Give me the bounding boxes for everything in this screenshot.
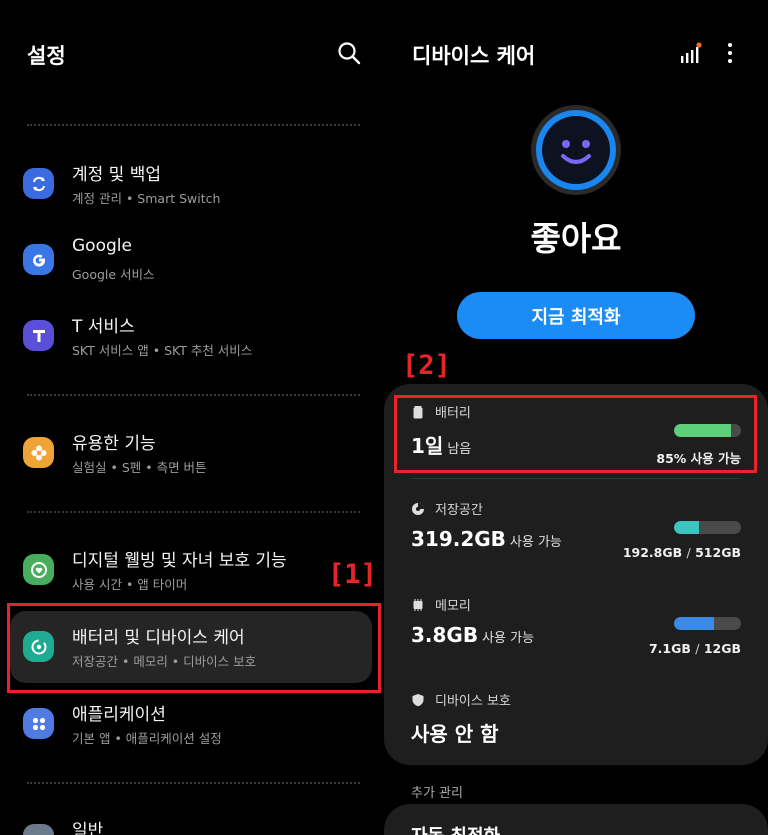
memory-level-bar (674, 617, 741, 630)
annotation-label-1: [1] (328, 559, 377, 590)
apps-grid-icon (23, 708, 54, 739)
settings-item-subtitle: 계정 관리 • Smart Switch (72, 191, 221, 206)
memory-total: 12GB (703, 641, 741, 656)
storage-row[interactable]: 저장공간 319.2GB 사용 가능 192.8GB / 512GB (411, 499, 741, 569)
device-care-panel: 디바이스 케어 좋아요 지금 최적화 [2] 배터리 1일 남음 85% 사용 가… (384, 0, 768, 835)
settings-item-advanced-features[interactable]: 유용한 기능 실험실 • S펜 • 측면 버튼 (10, 417, 372, 489)
report-chart-icon[interactable] (680, 42, 702, 64)
more-options-icon[interactable] (726, 42, 734, 64)
settings-panel: 설정 계정 및 백업 계정 관리 • Smart Switch Google G… (0, 0, 384, 835)
settings-item-digital-wellbeing[interactable]: 디지털 웰빙 및 자녀 보호 기능 사용 시간 • 앱 타이머 (10, 534, 372, 606)
settings-item-title: 애플리케이션 (72, 705, 166, 725)
settings-item-accounts-backup[interactable]: 계정 및 백업 계정 관리 • Smart Switch (10, 148, 372, 220)
device-protection-value: 사용 안 함 (411, 722, 499, 746)
optimize-now-button[interactable]: 지금 최적화 (457, 292, 695, 339)
settings-item-t-service[interactable]: T 서비스 SKT 서비스 앱 • SKT 추천 서비스 (10, 300, 372, 372)
storage-level-bar (674, 521, 741, 534)
annotation-box-1 (7, 603, 381, 693)
memory-level-fill (674, 617, 715, 630)
row-divider (411, 478, 741, 479)
storage-unit: 사용 가능 (509, 535, 562, 550)
sync-icon (23, 168, 54, 199)
settings-item-subtitle: 기본 앱 • 애플리케이션 설정 (72, 731, 222, 746)
device-protection-label: 디바이스 보호 (435, 694, 511, 709)
page-title: 디바이스 케어 (412, 44, 536, 68)
settings-item-applications[interactable]: 애플리케이션 기본 앱 • 애플리케이션 설정 (10, 688, 372, 760)
page-title: 설정 (27, 44, 66, 68)
settings-item-title: 계정 및 백업 (72, 165, 162, 185)
section-divider (27, 511, 360, 513)
t-icon (23, 320, 54, 351)
memory-separator: / (695, 641, 700, 656)
settings-item-general[interactable]: 일반 (10, 804, 372, 835)
memory-value: 3.8GB (411, 623, 479, 647)
memory-chip-icon (413, 598, 423, 611)
settings-item-subtitle: 실험실 • S펜 • 측면 버튼 (72, 460, 207, 475)
shield-icon (412, 693, 424, 706)
flower-icon (23, 437, 54, 468)
device-status-text: 좋아요 (530, 219, 622, 258)
heart-circle-icon (23, 554, 54, 585)
device-protection-row[interactable]: 디바이스 보호 사용 안 함 (411, 690, 741, 754)
settings-item-google[interactable]: Google Google 서비스 (10, 224, 372, 296)
storage-used: 192.8GB (622, 545, 683, 560)
annotation-label-2: [2] (402, 350, 451, 381)
extra-management-label: 추가 관리 (411, 786, 463, 801)
google-icon (23, 244, 54, 275)
settings-item-title: Google (72, 236, 132, 256)
annotation-box-2 (394, 395, 757, 473)
storage-level-fill (674, 521, 699, 534)
section-divider (27, 782, 360, 784)
storage-separator: / (686, 545, 691, 560)
search-icon[interactable] (336, 40, 362, 66)
storage-total: 512GB (695, 545, 741, 560)
settings-item-subtitle: Google 서비스 (72, 267, 155, 282)
auto-optimize-title: 자동 최적화 (411, 822, 500, 835)
storage-value: 319.2GB (411, 527, 506, 551)
memory-unit: 사용 가능 (482, 631, 535, 646)
general-icon (23, 824, 54, 835)
section-divider (27, 394, 360, 396)
settings-item-title: 디지털 웰빙 및 자녀 보호 기능 (72, 551, 287, 571)
settings-item-subtitle: SKT 서비스 앱 • SKT 추천 서비스 (72, 343, 253, 358)
memory-usage-text: 7.1GB / 12GB (649, 641, 741, 656)
memory-row[interactable]: 메모리 3.8GB 사용 가능 7.1GB / 12GB (411, 595, 741, 665)
settings-item-title: 일반 (72, 821, 104, 835)
auto-optimize-card[interactable]: 자동 최적화 (384, 804, 768, 835)
storage-usage-text: 192.8GB / 512GB (623, 545, 741, 560)
section-divider (27, 124, 360, 126)
settings-item-title: T 서비스 (72, 317, 135, 337)
settings-item-subtitle: 사용 시간 • 앱 타이머 (72, 577, 188, 592)
memory-used: 7.1GB (648, 641, 691, 656)
pie-storage-icon (412, 502, 424, 515)
smiley-status-icon (531, 105, 621, 195)
settings-item-title: 유용한 기능 (72, 434, 156, 454)
memory-label: 메모리 (435, 599, 471, 614)
storage-label: 저장공간 (435, 503, 483, 518)
